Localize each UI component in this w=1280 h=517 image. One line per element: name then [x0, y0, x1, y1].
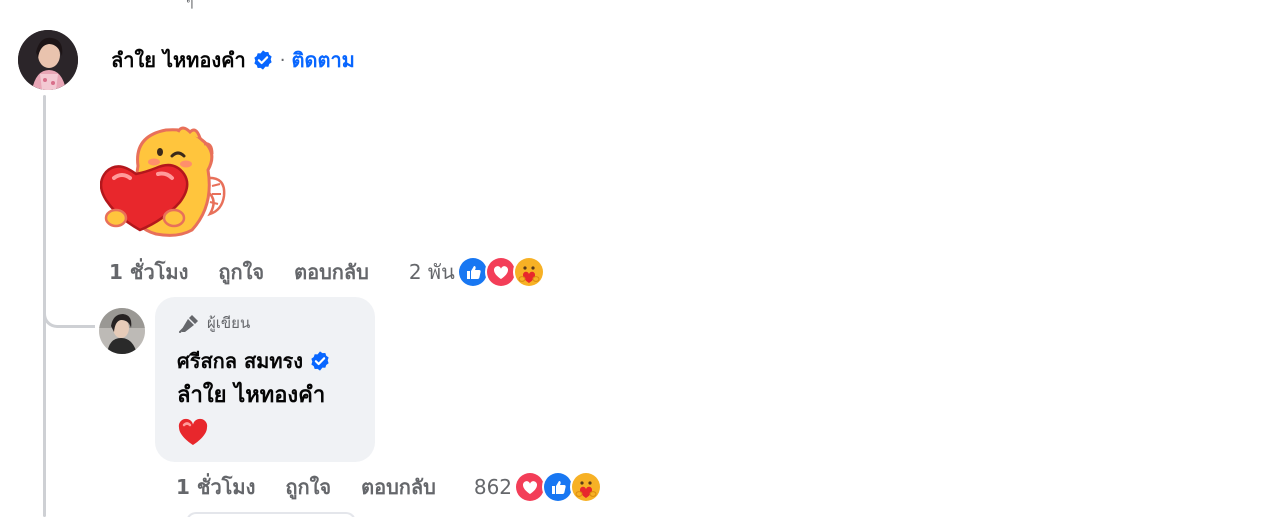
tagged-user-link[interactable]: ลำใย ไหทองคำ	[177, 377, 325, 412]
verified-badge-icon	[309, 350, 331, 372]
comment-header: ลำใย ไหทองคำ · ติดตาม	[111, 42, 355, 78]
reply-header: ศรีสกล สมทรง	[177, 345, 331, 377]
author-badge: ผู้เขียน	[177, 311, 250, 335]
reaction-count[interactable]: 862	[474, 475, 512, 499]
comment-actions: 1 ชั่วโมง ถูกใจ ตอบกลับ 2 พัน	[109, 256, 545, 288]
like-button[interactable]: ถูกใจ	[285, 471, 331, 503]
verified-badge-icon	[252, 49, 274, 71]
care-reaction-icon	[570, 471, 603, 503]
reply-button[interactable]: ตอบกลับ	[361, 471, 436, 503]
previous-text-fragment: ๆ	[186, 0, 194, 10]
reply-button[interactable]: ตอบกลับ	[294, 256, 369, 288]
love-reaction-icon	[484, 256, 517, 288]
reply-bubble: ผู้เขียน ศรีสกล สมทรง ลำใย ไหทองคำ	[155, 297, 375, 462]
reaction-summary[interactable]	[456, 256, 545, 288]
follow-button[interactable]: ติดตาม	[291, 44, 354, 76]
avatar-photo-icon	[18, 30, 78, 90]
separator-dot: ·	[279, 49, 286, 71]
heart-icon	[177, 417, 209, 447]
like-reaction-icon	[456, 256, 489, 288]
reaction-summary[interactable]	[514, 471, 603, 503]
microphone-icon	[179, 315, 198, 333]
heart-hug-sticker-icon[interactable]	[99, 126, 232, 238]
avatar[interactable]	[18, 30, 78, 90]
reaction-count[interactable]: 2 พัน	[409, 256, 455, 288]
avatar-photo-icon	[99, 308, 145, 354]
reply-connector-line	[43, 290, 95, 328]
author-name[interactable]: ลำใย ไหทองคำ	[111, 44, 246, 76]
author-badge-label: ผู้เขียน	[207, 314, 251, 332]
avatar[interactable]	[99, 308, 145, 354]
reply-author-name[interactable]: ศรีสกล สมทรง	[177, 345, 303, 377]
comment-thread: ๆ ลำใย ไหทองคำ · ติดตาม 1 ชั่วโมง ถูกใจ …	[0, 0, 1280, 517]
care-reaction-icon	[512, 256, 545, 288]
reply-timestamp[interactable]: 1 ชั่วโมง	[176, 471, 255, 503]
reply-actions: 1 ชั่วโมง ถูกใจ ตอบกลับ 862	[176, 471, 603, 503]
comment-timestamp[interactable]: 1 ชั่วโมง	[109, 256, 188, 288]
next-comment-fragment	[186, 512, 356, 517]
like-button[interactable]: ถูกใจ	[218, 256, 264, 288]
